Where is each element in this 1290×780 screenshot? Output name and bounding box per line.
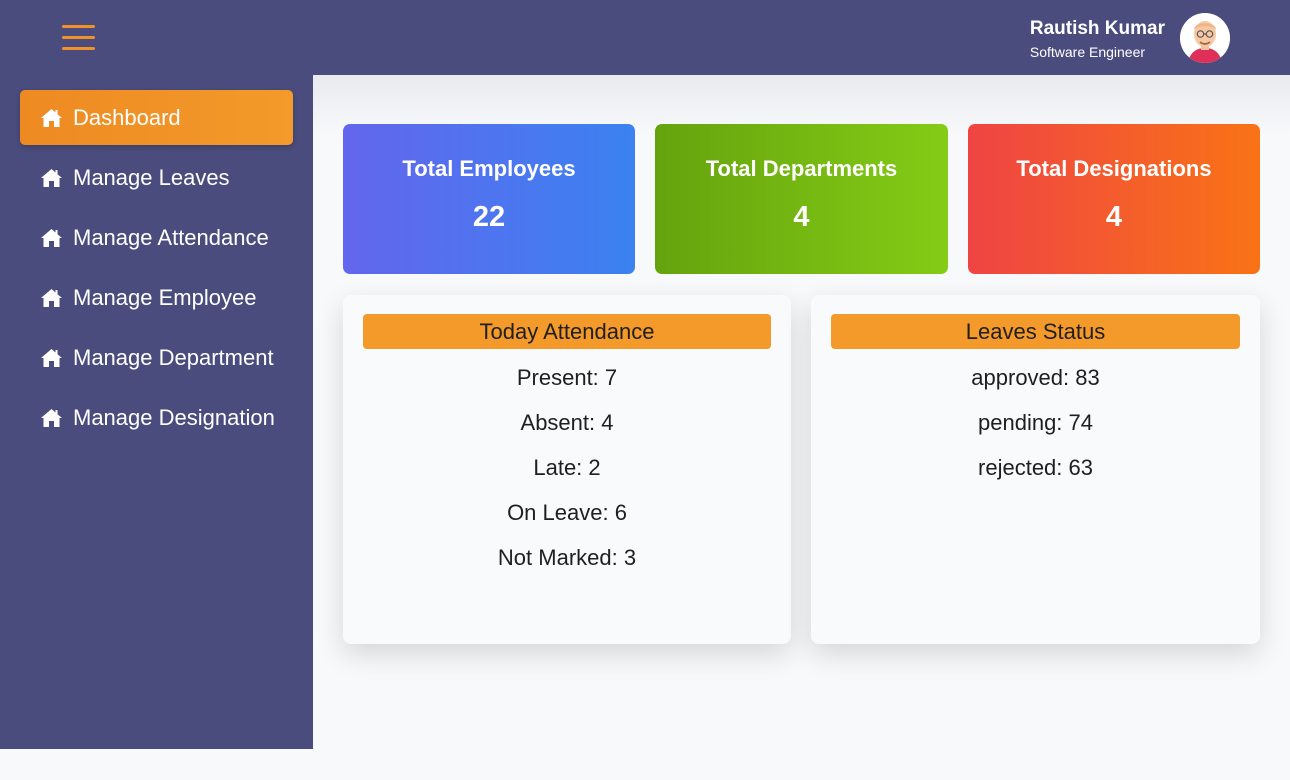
attendance-panel: Today Attendance Present: 7 Absent: 4 La… bbox=[343, 295, 791, 644]
home-icon bbox=[40, 168, 63, 188]
attendance-late: Late: 2 bbox=[533, 455, 601, 480]
home-icon bbox=[40, 348, 63, 368]
avatar[interactable] bbox=[1180, 13, 1230, 63]
stat-title: Total Departments bbox=[705, 156, 898, 181]
home-icon bbox=[40, 408, 63, 428]
home-icon bbox=[40, 228, 63, 248]
sidebar-item-label: Manage Department bbox=[73, 344, 274, 370]
stat-card-designations[interactable]: Total Designations 4 bbox=[968, 124, 1260, 274]
sidebar-item-label: Manage Leaves bbox=[73, 164, 230, 190]
leaves-rejected: rejected: 63 bbox=[978, 455, 1093, 480]
leaves-approved: approved: 83 bbox=[971, 365, 1100, 390]
sidebar-item-manage-attendance[interactable]: Manage Attendance bbox=[20, 210, 293, 265]
stat-title: Total Employees bbox=[402, 156, 576, 181]
home-icon bbox=[40, 288, 63, 308]
user-role: Software Engineer bbox=[1029, 44, 1146, 60]
sidebar-item-label: Dashboard bbox=[73, 104, 181, 130]
sidebar-item-manage-department[interactable]: Manage Department bbox=[20, 330, 293, 385]
attendance-absent: Absent: 4 bbox=[520, 410, 614, 435]
attendance-present: Present: 7 bbox=[516, 365, 618, 390]
sidebar: Dashboard Manage Leaves Manage Attendanc… bbox=[0, 75, 313, 749]
sidebar-item-manage-designation[interactable]: Manage Designation bbox=[20, 390, 293, 445]
sidebar-item-manage-leaves[interactable]: Manage Leaves bbox=[20, 150, 293, 205]
top-bar: Rautish Kumar Software Engineer bbox=[0, 0, 1290, 75]
leaves-panel: Leaves Status approved: 83 pending: 74 r… bbox=[811, 295, 1260, 644]
stat-card-departments[interactable]: Total Departments 4 bbox=[655, 124, 948, 274]
leaves-panel-title: Leaves Status bbox=[831, 314, 1240, 349]
user-info[interactable]: Rautish Kumar Software Engineer bbox=[1030, 17, 1165, 62]
user-name: Rautish Kumar bbox=[1029, 18, 1165, 39]
leaves-pending: pending: 74 bbox=[978, 410, 1093, 435]
stat-value: 22 bbox=[472, 201, 506, 233]
sidebar-item-dashboard[interactable]: Dashboard bbox=[20, 90, 293, 145]
sidebar-item-label: Manage Employee bbox=[73, 284, 257, 310]
stat-title: Total Designations bbox=[1016, 156, 1212, 181]
attendance-panel-title: Today Attendance bbox=[363, 314, 771, 349]
attendance-not-marked: Not Marked: 3 bbox=[497, 545, 637, 570]
stat-value: 4 bbox=[793, 201, 810, 233]
attendance-on-leave: On Leave: 6 bbox=[507, 500, 627, 525]
avatar-icon bbox=[1180, 13, 1230, 63]
sidebar-item-label: Manage Attendance bbox=[73, 224, 269, 250]
home-icon bbox=[40, 108, 63, 128]
hamburger-icon[interactable] bbox=[62, 25, 95, 51]
stat-card-employees[interactable]: Total Employees 22 bbox=[343, 124, 635, 274]
sidebar-item-label: Manage Designation bbox=[73, 404, 275, 430]
stat-value: 4 bbox=[1105, 201, 1123, 233]
sidebar-item-manage-employee[interactable]: Manage Employee bbox=[20, 270, 293, 325]
